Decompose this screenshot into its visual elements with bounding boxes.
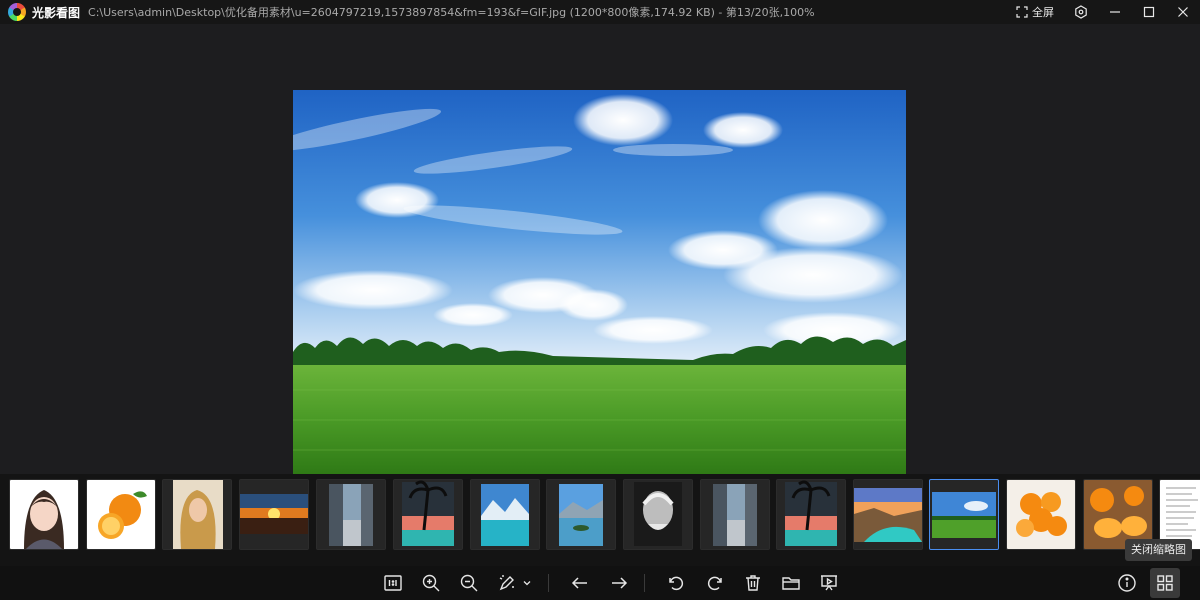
zoom-out-button[interactable] [456,570,482,596]
actual-size-button[interactable] [380,570,406,596]
minimize-button[interactable] [1098,0,1132,24]
thumbnail[interactable] [393,479,463,550]
tooltip: 关闭缩略图 [1125,539,1192,561]
rotate-left-button[interactable] [663,570,689,596]
edit-button[interactable] [494,570,520,596]
file-info: C:\Users\admin\Desktop\优化备用素材\u=26047972… [88,6,815,19]
maximize-button[interactable] [1132,0,1166,24]
fullscreen-label: 全屏 [1032,6,1054,19]
thumbnail[interactable] [700,479,770,550]
thumbnail[interactable] [470,479,540,550]
thumbnail[interactable] [239,479,309,550]
dropdown-chevron-icon [523,581,531,586]
image-viewer[interactable] [0,24,1200,474]
thumbnail[interactable] [316,479,386,550]
thumbnail[interactable] [853,479,923,550]
fullscreen-button[interactable]: 全屏 [1006,0,1064,24]
thumbnail-toggle-button[interactable] [1150,568,1180,598]
title-bar-controls: 全屏 [1006,0,1200,24]
actual-size-icon [384,575,402,591]
prev-arrow-icon [571,577,587,589]
open-folder-icon [782,577,800,590]
thumbnail[interactable] [546,479,616,550]
settings-button[interactable] [1064,0,1098,24]
slideshow-button[interactable] [816,570,842,596]
toolbar-separator [548,574,549,592]
landscape-image [293,90,906,474]
thumbnail-grid-icon [1157,575,1173,591]
thumbnail-strip [0,474,1200,566]
thumbnail[interactable] [776,479,846,550]
hexagon-settings-icon [1075,5,1087,19]
slideshow-icon [821,575,837,591]
close-icon [1178,7,1188,17]
info-icon [1118,574,1136,592]
info-button[interactable] [1114,570,1140,596]
rotate-right-button[interactable] [702,570,728,596]
close-button[interactable] [1166,0,1200,24]
zoom-in-icon [422,574,440,592]
rotate-left-icon [669,576,684,591]
bottom-toolbar [0,566,1200,600]
edit-icon [499,575,514,591]
thumbnail[interactable] [162,479,232,550]
thumbnail[interactable] [86,479,156,550]
edit-dropdown-button[interactable] [520,570,534,596]
thumbnail[interactable] [9,479,79,550]
delete-icon [746,575,760,591]
title-bar: 光影看图 C:\Users\admin\Desktop\优化备用素材\u=260… [0,0,1200,24]
app-logo-icon [8,3,26,21]
rotate-right-icon [707,576,722,591]
thumbnail-selected[interactable] [929,479,999,550]
zoom-in-button[interactable] [418,570,444,596]
thumbnail[interactable] [623,479,693,550]
delete-button[interactable] [740,570,766,596]
open-folder-button[interactable] [778,570,804,596]
main-image[interactable] [293,90,906,474]
previous-image-button[interactable] [567,570,593,596]
thumbnail[interactable] [1006,479,1076,550]
fullscreen-icon [1016,6,1028,18]
next-image-button[interactable] [606,570,632,596]
app-name: 光影看图 [32,5,81,20]
minimize-icon [1110,11,1120,13]
toolbar-separator [644,574,645,592]
maximize-icon [1143,6,1155,18]
next-arrow-icon [612,577,628,589]
zoom-out-icon [460,574,478,592]
